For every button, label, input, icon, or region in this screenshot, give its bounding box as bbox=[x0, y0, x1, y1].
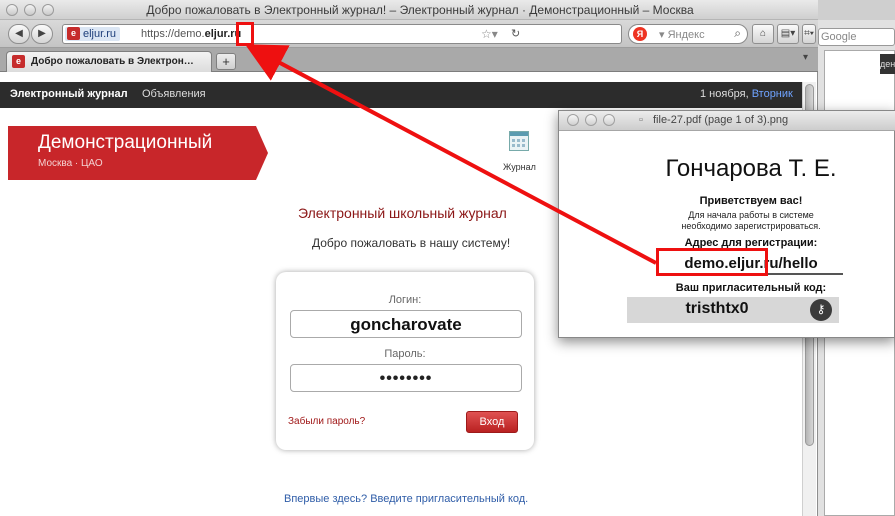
school-banner: Демонстрационный Москва · ЦАО bbox=[8, 126, 268, 180]
password-label: Пароль: bbox=[384, 348, 426, 360]
preview-minimize-button[interactable] bbox=[585, 114, 597, 126]
preview-zoom-button[interactable] bbox=[603, 114, 615, 126]
invite-code-box: tristhtx0 ⚷ bbox=[627, 297, 839, 323]
minimize-window-button[interactable] bbox=[24, 4, 36, 16]
instruction-line-1: Для начала работы в системе bbox=[688, 210, 814, 220]
url-bar[interactable]: e eljur.ru https://demo.eljur.ru ☆▾ ↻ bbox=[62, 24, 622, 44]
banner-title: Демонстрационный bbox=[38, 132, 213, 153]
nav-date-text: 1 ноября, bbox=[700, 88, 752, 100]
search-icon[interactable]: ⌕ bbox=[734, 26, 741, 41]
forgot-password-link[interactable]: Забыли пароль? bbox=[288, 416, 365, 427]
key-icon: ⚷ bbox=[810, 299, 832, 321]
background-page-snippet: ден bbox=[880, 54, 895, 74]
url-text[interactable]: https://demo.eljur.ru bbox=[141, 28, 241, 40]
tools-icon: ⌗▾ bbox=[804, 28, 814, 39]
login-form: Логин: goncharovate Пароль: •••••••• Заб… bbox=[276, 272, 534, 450]
preview-title-bar: ▫ file-27.pdf (page 1 of 3).png bbox=[559, 111, 895, 131]
journal-calendar-icon[interactable] bbox=[509, 131, 529, 151]
title-bar: Добро пожаловать в Электронный журнал! –… bbox=[0, 0, 818, 20]
navigation-toolbar: ◀ ▶ e eljur.ru https://demo.eljur.ru ☆▾ … bbox=[0, 20, 818, 48]
document-file-icon: ▫ bbox=[639, 114, 643, 126]
reload-icon[interactable]: ↻ bbox=[511, 27, 520, 40]
login-label: Логин: bbox=[388, 294, 422, 306]
nav-date: 1 ноября, Вторник bbox=[700, 88, 793, 100]
greeting-text: Приветствуем вас! bbox=[699, 195, 803, 207]
url-highlight-box bbox=[236, 22, 254, 46]
address-highlight-box bbox=[656, 248, 768, 276]
tab-list-chevron-icon[interactable]: ▾ bbox=[803, 52, 808, 63]
search-input[interactable]: Я ▾ Яндекс ⌕ bbox=[628, 24, 748, 44]
url-prefix: https://demo. bbox=[141, 28, 205, 40]
nav-weekday: Вторник bbox=[751, 88, 793, 100]
site-navbar: Электронный журнал Объявления 1 ноября, … bbox=[0, 82, 812, 108]
home-icon: ⌂ bbox=[759, 28, 767, 39]
back-button[interactable]: ◀ bbox=[8, 24, 30, 44]
back-arrow-icon: ◀ bbox=[15, 28, 23, 39]
login-input[interactable]: goncharovate bbox=[290, 310, 522, 338]
journal-link-label[interactable]: Журнал bbox=[503, 162, 536, 172]
banner-subtitle: Москва · ЦАО bbox=[38, 158, 103, 169]
close-window-button[interactable] bbox=[6, 4, 18, 16]
page-heading: Электронный школьный журнал bbox=[298, 205, 507, 221]
invite-code-link[interactable]: Впервые здесь? Введите пригласительный к… bbox=[284, 493, 528, 505]
site-identity-badge[interactable]: e eljur.ru bbox=[65, 27, 121, 41]
instruction-line-2: необходимо зарегистрироваться. bbox=[681, 221, 821, 231]
tab-bar: e Добро пожаловать в Электрон… + ▾ bbox=[0, 48, 818, 72]
invite-code: tristhtx0 bbox=[685, 300, 749, 317]
preview-title: file-27.pdf (page 1 of 3).png bbox=[653, 114, 789, 126]
site-badge-label: eljur.ru bbox=[83, 28, 117, 40]
google-search-input[interactable]: Google bbox=[818, 28, 895, 46]
tab-welcome[interactable]: e Добро пожаловать в Электрон… bbox=[6, 51, 212, 72]
login-submit-button[interactable]: Вход bbox=[466, 411, 518, 433]
bookmark-star-icon[interactable]: ☆▾ bbox=[481, 27, 498, 41]
new-tab-button[interactable]: + bbox=[216, 53, 236, 70]
password-input[interactable]: •••••••• bbox=[290, 364, 522, 392]
nav-announcements-link[interactable]: Объявления bbox=[142, 88, 206, 100]
yandex-icon: Я bbox=[633, 27, 647, 41]
window-title: Добро пожаловать в Электронный журнал! –… bbox=[146, 3, 694, 17]
zoom-window-button[interactable] bbox=[42, 4, 54, 16]
invite-code-label: Ваш пригласительный код: bbox=[675, 282, 827, 294]
student-name: Гончарова Т. Е. bbox=[665, 155, 837, 182]
welcome-text: Добро пожаловать в нашу систему! bbox=[312, 236, 511, 250]
eljur-favicon-icon: e bbox=[67, 27, 80, 40]
preview-close-button[interactable] bbox=[567, 114, 579, 126]
bookmarks-button[interactable]: ▤▾ bbox=[777, 24, 799, 44]
bookmarks-icon: ▤▾ bbox=[780, 28, 796, 39]
forward-arrow-icon: ▶ bbox=[38, 28, 46, 39]
tools-button[interactable]: ⌗▾ bbox=[802, 24, 816, 44]
eljur-favicon-icon: e bbox=[12, 55, 25, 68]
tab-label: Добро пожаловать в Электрон… bbox=[31, 56, 194, 67]
search-placeholder: ▾ Яндекс bbox=[659, 29, 705, 41]
forward-button[interactable]: ▶ bbox=[31, 24, 53, 44]
home-button[interactable]: ⌂ bbox=[752, 24, 774, 44]
image-preview-window: ▫ file-27.pdf (page 1 of 3).png Гончаров… bbox=[558, 110, 895, 338]
nav-brand-link[interactable]: Электронный журнал bbox=[10, 88, 128, 100]
